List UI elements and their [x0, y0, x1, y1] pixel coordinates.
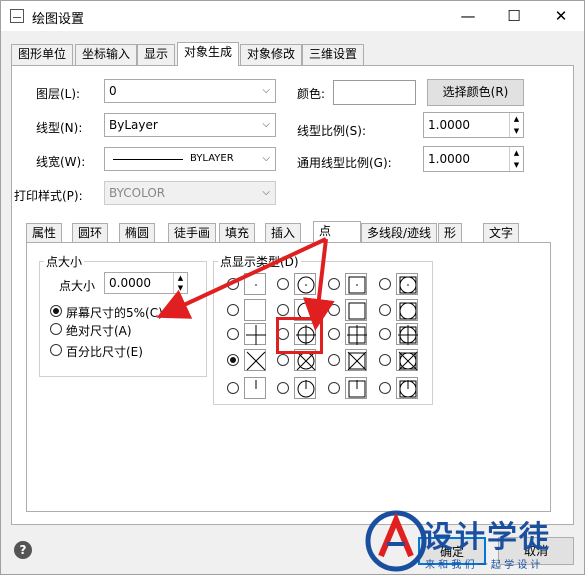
annotation-arrows [156, 237, 335, 331]
help-icon[interactable]: ? [14, 541, 32, 559]
watermark: 设计学徒 来 和 我 们 一 起 学 设 计 [361, 506, 585, 576]
annotation-arrow-left [156, 237, 327, 319]
watermark-brand: 设计学徒 [423, 520, 551, 555]
drawing-settings-dialog: 绘图设置 — ☐ ✕ 图形单位 坐标输入 显示 对象生成 对象修改 三维设置 图… [0, 0, 585, 575]
tab-object-creation[interactable]: 对象生成 [177, 42, 240, 66]
watermark-logo-icon [365, 510, 427, 572]
annotation-arrow-down [302, 238, 335, 331]
watermark-slogan: 来 和 我 们 一 起 学 设 计 [425, 560, 541, 571]
